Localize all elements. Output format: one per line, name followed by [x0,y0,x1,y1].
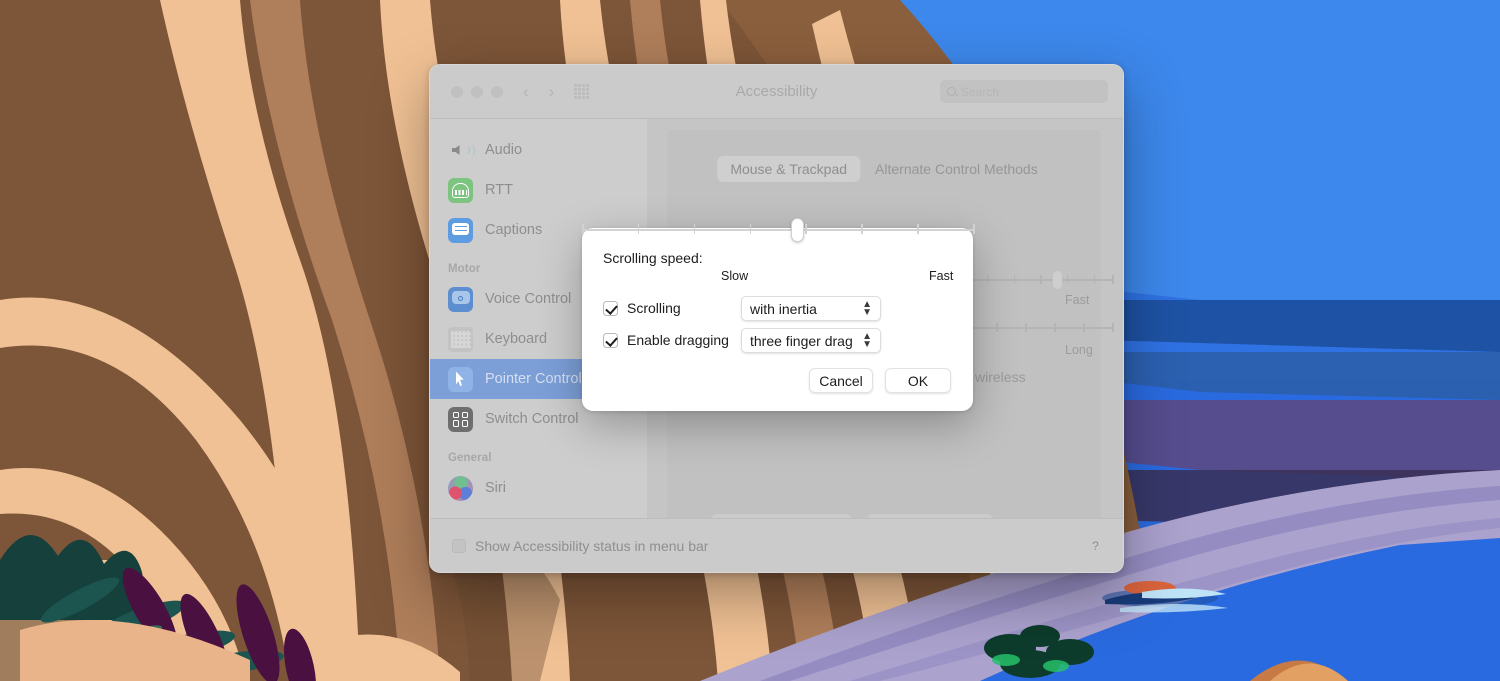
scrolling-speed-slider[interactable] [582,218,975,242]
search-placeholder: Search [961,84,1000,99]
popup-value: with inertia [750,300,817,317]
scrolling-checkbox[interactable]: Scrolling [603,300,681,316]
slider-slow-label: Slow [721,269,749,283]
enable-dragging-checkbox[interactable]: Enable dragging [603,332,729,348]
spring-long-label: Long [1065,343,1093,357]
checkbox-box [452,538,466,553]
close-button[interactable] [451,85,463,98]
spring-loading-slider[interactable] [967,323,1114,332]
pane-tabs: Mouse & Trackpad Alternate Control Metho… [717,156,1050,182]
checkbox-box [603,332,618,348]
chevron-updown-icon: ▲ ▼ [862,330,872,350]
checkbox-box [603,300,618,316]
scrolling-speed-label: Scrolling speed: [603,250,703,266]
tab-mouse-trackpad[interactable]: Mouse & Trackpad [717,156,861,182]
checkbox-label: Show Accessibility status in menu bar [475,537,709,554]
sidebar-item-label: Voice Control [485,291,572,307]
dragging-style-popup[interactable]: three finger drag ▲ ▼ [741,328,881,353]
voice-control-icon [448,286,473,312]
sidebar-item-audio[interactable]: Audio [438,130,639,170]
slider-thumb[interactable] [791,218,805,242]
sidebar-item-label: Pointer Control [485,371,582,387]
sidebar-group-general: General [448,452,492,464]
popup-value: three finger drag [750,332,853,349]
search-input[interactable]: Search [940,80,1108,103]
sidebar-item-siri[interactable]: Siri [438,468,639,508]
minimize-button[interactable] [471,85,483,98]
show-accessibility-status-checkbox[interactable]: Show Accessibility status in menu bar [452,538,708,554]
switch-control-icon [448,406,473,432]
sidebar-item-label: Captions [485,222,543,238]
window-titlebar: ‹ › Accessibility Search [430,65,1123,119]
accessibility-preferences-window: ‹ › Accessibility Search Audio RTT Capti… [429,64,1124,573]
trackpad-options-dialog: Scrolling speed: Slow Fast Scrolling wit… [582,218,975,411]
wireless-text: wireless [975,369,1026,385]
cancel-button[interactable]: Cancel [809,368,873,393]
keyboard-icon [448,326,473,352]
back-icon[interactable]: ‹ [523,83,529,100]
sidebar-item-label: Switch Control [485,411,579,427]
window-footer: Show Accessibility status in menu bar ? [430,518,1123,572]
checkbox-label: Enable dragging [627,332,729,348]
sidebar-item-label: Audio [485,142,523,158]
ok-button[interactable]: OK [885,368,951,393]
traffic-lights [451,85,503,98]
chevron-updown-icon: ▲ ▼ [862,298,872,318]
forward-icon[interactable]: › [549,83,555,100]
sidebar-item-label: Siri [485,480,506,496]
pointer-control-icon [448,366,473,392]
tab-alternate-control-methods[interactable]: Alternate Control Methods [862,156,1051,182]
sidebar-item-label: Keyboard [485,331,548,347]
search-icon [947,87,956,96]
show-all-grid-icon[interactable] [574,84,590,99]
help-button[interactable]: ? [1086,536,1105,555]
audio-icon [448,138,475,163]
rtt-icon [448,177,473,203]
slider-fast-label: Fast [929,269,954,283]
captions-icon [448,217,473,243]
sidebar-item-rtt[interactable]: RTT [438,170,639,210]
scrolling-inertia-popup[interactable]: with inertia ▲ ▼ [741,296,881,321]
siri-icon [448,475,473,501]
double-click-fast-label: Fast [1065,293,1090,307]
checkbox-label: Scrolling [627,300,681,316]
sidebar-item-label: RTT [485,182,513,198]
zoom-button[interactable] [491,85,503,98]
